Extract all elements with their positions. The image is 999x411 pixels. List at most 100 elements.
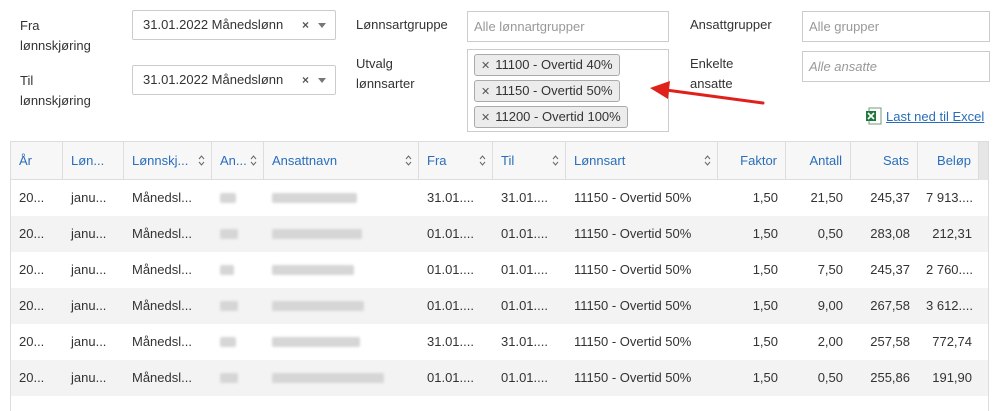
cell-ansattnr: [212, 324, 264, 360]
cell-ansattnr: [212, 288, 264, 324]
cell-til: 01.01....: [501, 298, 548, 313]
enkelte-ansatte-input[interactable]: Alle ansatte: [802, 51, 990, 82]
cell-antall: 0,50: [817, 370, 843, 385]
cell-lonnskjoring: Månedsl...: [132, 334, 192, 349]
cell-antall: 0,50: [817, 226, 843, 241]
cell-faktor: 1,50: [752, 226, 778, 241]
cell-lonnskjoring: Månedsl...: [132, 298, 192, 313]
cell-fra: 01.01....: [427, 226, 474, 241]
column-header-belop[interactable]: Beløp: [918, 142, 980, 179]
download-excel-link[interactable]: Last ned til Excel: [866, 107, 984, 125]
redacted-text: [272, 265, 354, 275]
cell-faktor: 1,50: [752, 190, 778, 205]
remove-tag-icon[interactable]: ✕: [481, 112, 490, 124]
sort-icon: [250, 155, 257, 166]
til-select[interactable]: 31.01.2022 Månedslønn ×: [132, 65, 336, 95]
cell-lonnskjoring: Månedsl...: [132, 226, 192, 241]
cell-lonnsperiode: janu...: [71, 190, 107, 205]
remove-tag-icon[interactable]: ✕: [481, 60, 490, 72]
cell-til: 01.01....: [501, 370, 548, 385]
table-row[interactable]: 20... janu... Månedsl... 01.01.... 01.01....…: [11, 360, 988, 396]
cell-lonnsart: 11150 - Overtid 50%: [574, 298, 692, 313]
fra-select[interactable]: 31.01.2022 Månedslønn ×: [132, 10, 336, 40]
table-row[interactable]: 20... janu... Månedsl... 31.01.... 31.01....…: [11, 324, 988, 360]
cell-lonnsart: 11150 - Overtid 50%: [574, 334, 692, 349]
cell-fra: 01.01....: [427, 262, 474, 277]
cell-sats: 245,37: [870, 262, 910, 277]
cell-belop: 2 760....: [926, 262, 973, 277]
cell-sats: 283,08: [870, 226, 910, 241]
cell-fra: 01.01....: [427, 370, 474, 385]
cell-lonnskjoring: Månedsl...: [132, 190, 192, 205]
column-header-ar[interactable]: År: [11, 142, 63, 179]
cell-ar: 20...: [19, 370, 45, 385]
lonnsart-tag: ✕ 11100 - Overtid 40%: [474, 54, 620, 76]
cell-ansattnavn: [264, 216, 419, 252]
cell-belop: 772,74: [932, 334, 972, 349]
fra-label: Fra lønnskjøring: [20, 18, 91, 53]
clear-icon[interactable]: ×: [302, 66, 309, 94]
cell-antall: 7,50: [817, 262, 843, 277]
chevron-down-icon[interactable]: [318, 23, 326, 28]
cell-faktor: 1,50: [752, 298, 778, 313]
chevron-down-icon[interactable]: [318, 78, 326, 83]
sort-icon: [479, 155, 486, 166]
cell-lonnsperiode: janu...: [71, 370, 107, 385]
cell-antall: 2,00: [817, 334, 843, 349]
lonnsart-tag: ✕ 11150 - Overtid 50%: [474, 80, 620, 102]
grid-header: År Løn... Lønnskj... An... Ansattnavn Fr…: [11, 142, 988, 180]
cell-til: 01.01....: [501, 262, 548, 277]
column-header-lonnsperiode[interactable]: Løn...: [63, 142, 124, 179]
column-header-lonnsart[interactable]: Lønnsart: [566, 142, 718, 179]
cell-ansattnr: [212, 360, 264, 396]
lonnsartgruppe-input[interactable]: Alle lønnartgrupper: [467, 11, 669, 42]
redacted-text: [220, 229, 238, 239]
sort-icon: [405, 155, 412, 166]
cell-fra: 01.01....: [427, 298, 474, 313]
remove-tag-icon[interactable]: ✕: [481, 86, 490, 98]
cell-antall: 21,50: [810, 190, 843, 205]
table-row[interactable]: 20... janu... Månedsl... 31.01.... 31.01....…: [11, 180, 988, 216]
til-label: Til lønnskjøring: [20, 73, 91, 108]
column-header-fra[interactable]: Fra: [419, 142, 493, 179]
cell-ansattnr: [212, 180, 264, 216]
redacted-text: [220, 265, 234, 275]
tag-label: 11150 - Overtid 50%: [495, 83, 613, 98]
sort-icon: [704, 155, 711, 166]
column-header-sats[interactable]: Sats: [851, 142, 918, 179]
cell-ar: 20...: [19, 190, 45, 205]
scrollbar[interactable]: [978, 142, 988, 180]
redacted-text: [272, 373, 384, 383]
cell-ansattnavn: [264, 180, 419, 216]
redacted-text: [220, 193, 236, 203]
cell-ar: 20...: [19, 262, 45, 277]
enkelte-ansatte-label: Enkelte ansatte: [690, 56, 734, 91]
results-grid: År Løn... Lønnskj... An... Ansattnavn Fr…: [10, 141, 989, 411]
cell-til: 01.01....: [501, 226, 548, 241]
cell-lonnsart: 11150 - Overtid 50%: [574, 370, 692, 385]
clear-icon[interactable]: ×: [302, 11, 309, 39]
column-header-ansattnr[interactable]: An...: [212, 142, 264, 179]
cell-lonnsperiode: janu...: [71, 226, 107, 241]
cell-lonnskjoring: Månedsl...: [132, 370, 192, 385]
column-header-ansattnavn[interactable]: Ansattnavn: [264, 142, 419, 179]
column-header-lonnskjoring[interactable]: Lønnskj...: [124, 142, 212, 179]
column-header-til[interactable]: Til: [493, 142, 566, 179]
table-row[interactable]: 20... janu... Månedsl... 01.01.... 01.01....…: [11, 252, 988, 288]
tag-label: 11200 - Overtid 100%: [495, 109, 621, 124]
cell-belop: 191,90: [932, 370, 972, 385]
cell-lonnsperiode: janu...: [71, 262, 107, 277]
cell-belop: 212,31: [932, 226, 972, 241]
column-header-antall[interactable]: Antall: [786, 142, 851, 179]
redacted-text: [220, 301, 238, 311]
lonnsarter-multiselect[interactable]: ✕ 11100 - Overtid 40% ✕ 11150 - Overtid 50…: [467, 49, 669, 132]
table-row[interactable]: 20... janu... Månedsl... 01.01.... 01.01....…: [11, 288, 988, 324]
cell-lonnsperiode: janu...: [71, 298, 107, 313]
cell-lonnskjoring: Månedsl...: [132, 262, 192, 277]
table-row[interactable]: 20... janu... Månedsl... 01.01.... 01.01....…: [11, 216, 988, 252]
ansattgrupper-input[interactable]: Alle grupper: [802, 11, 990, 42]
cell-sats: 267,58: [870, 298, 910, 313]
column-header-faktor[interactable]: Faktor: [718, 142, 786, 179]
cell-ansattnavn: [264, 288, 419, 324]
ansattgrupper-label: Ansattgrupper: [690, 17, 772, 32]
